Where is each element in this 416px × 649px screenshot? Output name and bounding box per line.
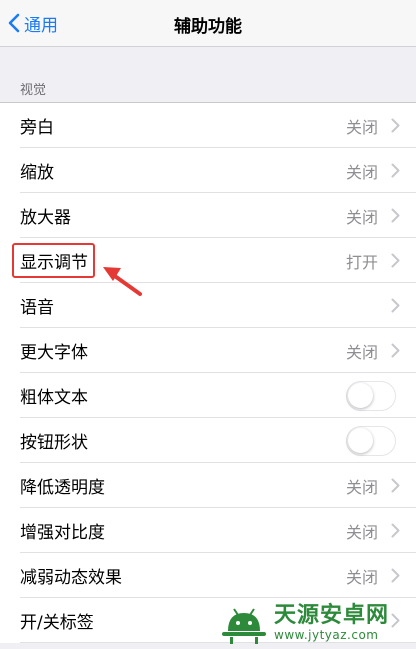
chevron-right-icon (391, 118, 400, 133)
chevron-right-icon (391, 523, 400, 538)
watermark-url: www.jytyaz.com (274, 627, 379, 642)
list-item-label: 更大字体 (20, 343, 88, 363)
list-item-value: 关闭 (345, 522, 378, 542)
list-item-label: 语音 (20, 298, 54, 318)
list-item[interactable]: 放大器 关闭 (0, 193, 416, 238)
list-item-label: 减弱动态效果 (20, 568, 122, 588)
list-item-value: 打开 (345, 252, 378, 272)
toggle-switch[interactable] (346, 381, 396, 411)
page-title: 辅助功能 (174, 17, 242, 37)
annotation-highlight-box (12, 243, 95, 278)
navigation-bar: 通用 辅助功能 (0, 0, 416, 47)
list-item[interactable]: 按钮形状 (0, 418, 416, 463)
settings-list: 旁白 关闭 缩放 关闭 放大器 关闭 显示调节 打开 语音 更大字体 关闭 粗体文本 按钮形状 降低透明度… (0, 102, 416, 643)
list-item[interactable]: 降低透明度 关闭 (0, 463, 416, 508)
chevron-right-icon (391, 253, 400, 268)
list-item-label: 开/关标签 (20, 613, 94, 633)
list-item-value: 关闭 (345, 162, 378, 182)
list-item-label: 粗体文本 (20, 388, 88, 408)
chevron-right-icon (391, 163, 400, 178)
toggle-switch[interactable] (346, 426, 396, 456)
list-item-label: 增强对比度 (20, 523, 105, 543)
list-item-label: 放大器 (20, 208, 71, 228)
list-item-value: 关闭 (345, 567, 378, 587)
watermark: 天源安卓网 www.jytyaz.com (220, 596, 416, 649)
list-item-value: 关闭 (345, 477, 378, 497)
list-item[interactable]: 更大字体 关闭 (0, 328, 416, 373)
list-item[interactable]: 粗体文本 (0, 373, 416, 418)
list-item-value: 关闭 (345, 342, 378, 362)
watermark-title: 天源安卓网 (274, 602, 390, 628)
chevron-right-icon (391, 298, 400, 313)
list-item-value: 关闭 (345, 207, 378, 227)
list-item-label: 按钮形状 (20, 433, 88, 453)
chevron-right-icon (391, 568, 400, 583)
list-item[interactable]: 语音 (0, 283, 416, 328)
chevron-right-icon (391, 208, 400, 223)
list-item[interactable]: 增强对比度 关闭 (0, 508, 416, 553)
toggle-knob (348, 383, 373, 408)
section-header-vision: 视觉 (20, 83, 47, 98)
toggle-knob (348, 428, 373, 453)
list-item[interactable]: 旁白 关闭 (0, 103, 416, 148)
list-item-label: 降低透明度 (20, 478, 105, 498)
chevron-right-icon (391, 343, 400, 358)
list-item[interactable]: 减弱动态效果 关闭 (0, 553, 416, 598)
chevron-right-icon (391, 478, 400, 493)
list-item-value: 关闭 (345, 117, 378, 137)
list-item-label: 缩放 (20, 163, 54, 183)
list-item[interactable]: 缩放 关闭 (0, 148, 416, 193)
list-item-label: 旁白 (20, 118, 54, 138)
android-logo-icon (222, 607, 266, 644)
